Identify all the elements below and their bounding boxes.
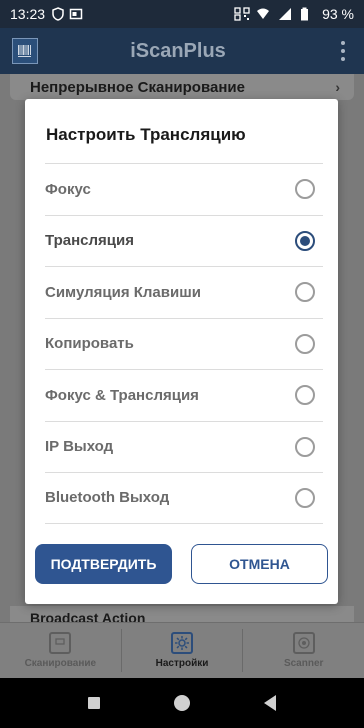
battery-icon xyxy=(300,7,314,21)
chevron-right-icon: › xyxy=(335,79,340,95)
system-navigation-bar xyxy=(0,678,364,728)
nav-item-scanner[interactable]: Scanner xyxy=(243,623,364,678)
option-label: Симуляция Клавиши xyxy=(45,283,201,301)
option-label: IP Выход xyxy=(45,438,114,456)
radio-button[interactable] xyxy=(295,385,315,406)
radio-button[interactable] xyxy=(295,179,315,200)
option-label: Трансляция xyxy=(45,232,134,250)
option-label: Копировать xyxy=(45,335,134,353)
option-list: Фокус Трансляция Симуляция Клавиши Копир… xyxy=(45,163,323,524)
status-time: 13:23 xyxy=(10,6,46,22)
bottom-navigation: Сканирование Настройки Scanner xyxy=(0,622,364,678)
option-label: Bluetooth Выход xyxy=(45,489,170,507)
option-label: Фокус & Трансляция xyxy=(45,386,199,404)
nav-item-scan[interactable]: Сканирование xyxy=(0,623,121,678)
radio-button[interactable] xyxy=(295,436,315,457)
signal-icon xyxy=(278,7,292,21)
nav-item-label: Scanner xyxy=(283,658,324,669)
back-icon[interactable] xyxy=(262,694,278,712)
option-copy[interactable]: Копировать xyxy=(45,317,323,370)
window-icon xyxy=(69,7,83,21)
nav-item-label: Настройки xyxy=(155,658,209,669)
scanner-icon xyxy=(292,632,315,654)
recents-icon[interactable] xyxy=(86,695,102,711)
option-key-simulation[interactable]: Симуляция Клавиши xyxy=(45,266,323,318)
dialog-title: Настроить Трансляцию xyxy=(46,125,246,144)
confirm-button[interactable]: ПОДТВЕРДИТЬ xyxy=(35,544,172,584)
home-icon[interactable] xyxy=(173,694,191,712)
option-ip-output[interactable]: IP Выход xyxy=(45,420,323,473)
wifi-icon xyxy=(256,7,270,21)
option-focus[interactable]: Фокус xyxy=(45,163,323,215)
option-focus-and-broadcast[interactable]: Фокус & Трансляция xyxy=(45,369,323,421)
battery-percent: 93 % xyxy=(322,6,354,22)
radio-button[interactable] xyxy=(295,282,315,303)
nav-item-label: Сканирование xyxy=(24,658,97,669)
nav-item-settings[interactable]: Настройки xyxy=(122,623,243,678)
option-bluetooth-output[interactable]: Bluetooth Выход xyxy=(45,472,323,524)
radio-button-selected[interactable] xyxy=(295,230,315,251)
status-bar: 13:23 93 % xyxy=(0,0,364,28)
app-bar: iScanPlus xyxy=(0,28,364,74)
settings-gear-icon xyxy=(171,632,193,654)
cancel-button[interactable]: ОТМЕНА xyxy=(191,544,328,584)
setting-row-label: Непрерывное Сканирование xyxy=(30,78,245,96)
broadcast-config-dialog: Настроить Трансляцию Фокус Трансляция Си… xyxy=(25,99,338,604)
option-label: Фокус xyxy=(45,180,91,198)
overflow-menu-icon[interactable] xyxy=(328,36,358,66)
app-title: iScanPlus xyxy=(130,39,226,62)
scan-icon xyxy=(49,632,72,654)
shield-icon xyxy=(51,7,65,21)
setting-row-continuous-scan[interactable]: Непрерывное Сканирование › xyxy=(10,74,354,100)
barcode-status-icon xyxy=(234,7,250,21)
option-broadcast[interactable]: Трансляция xyxy=(45,214,323,267)
radio-button[interactable] xyxy=(295,487,315,508)
radio-button[interactable] xyxy=(295,333,315,354)
